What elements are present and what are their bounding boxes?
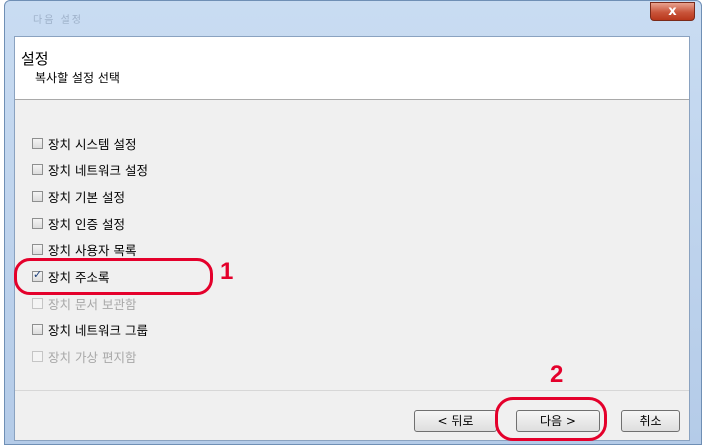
highlight-oval-next — [495, 397, 607, 441]
highlight-oval-address-book — [14, 258, 213, 295]
option-label: 장치 기본 설정 — [48, 189, 125, 205]
back-button[interactable]: < 뒤로 — [414, 410, 497, 432]
option-network-settings[interactable]: 장치 네트워크 설정 — [32, 161, 148, 178]
checkbox[interactable] — [32, 137, 43, 149]
options-list: 장치 시스템 설정 장치 네트워크 설정 장치 기본 설정 장치 인증 설정 장… — [15, 100, 689, 390]
checkbox[interactable] — [32, 217, 43, 229]
close-button[interactable]: x — [650, 2, 695, 21]
checkbox[interactable] — [32, 190, 43, 202]
wizard-header: 설정 복사할 설정 선택 — [15, 37, 689, 100]
option-virtual-mailbox: 장치 가상 편지함 — [32, 348, 137, 365]
checkbox-disabled — [32, 350, 43, 362]
option-label: 장치 문서 보관함 — [48, 296, 137, 312]
page-title: 설정 — [21, 50, 49, 68]
dialog-window: 다음 설정 x 설정 복사할 설정 선택 장치 시스템 설정 장치 네트워크 설… — [4, 0, 702, 445]
option-label: 장치 시스템 설정 — [48, 136, 137, 152]
option-label: 장치 가상 편지함 — [48, 349, 137, 365]
option-document-box: 장치 문서 보관함 — [32, 295, 137, 312]
option-label: 장치 인증 설정 — [48, 216, 125, 232]
checkbox-disabled — [32, 297, 43, 309]
option-system-settings[interactable]: 장치 시스템 설정 — [32, 135, 137, 152]
option-auth-settings[interactable]: 장치 인증 설정 — [32, 215, 125, 232]
checkbox[interactable] — [32, 323, 43, 335]
window-title: 다음 설정 — [33, 15, 83, 26]
option-label: 장치 네트워크 그룹 — [48, 322, 148, 338]
title-bar: 다음 설정 x — [5, 1, 701, 34]
option-network-group[interactable]: 장치 네트워크 그룹 — [32, 321, 148, 338]
option-default-settings[interactable]: 장치 기본 설정 — [32, 188, 125, 205]
dialog-client-area: 설정 복사할 설정 선택 장치 시스템 설정 장치 네트워크 설정 장치 기본 … — [14, 36, 690, 441]
step-1-label: 1 — [220, 258, 234, 285]
option-label: 장치 사용자 목록 — [48, 242, 137, 258]
cancel-button[interactable]: 취소 — [621, 410, 680, 432]
checkbox[interactable] — [32, 163, 43, 175]
step-2-label: 2 — [550, 361, 564, 388]
page-subtitle: 복사할 설정 선택 — [35, 71, 120, 85]
checkbox[interactable] — [32, 243, 43, 255]
option-label: 장치 네트워크 설정 — [48, 162, 148, 178]
option-user-list[interactable]: 장치 사용자 목록 — [32, 241, 137, 258]
